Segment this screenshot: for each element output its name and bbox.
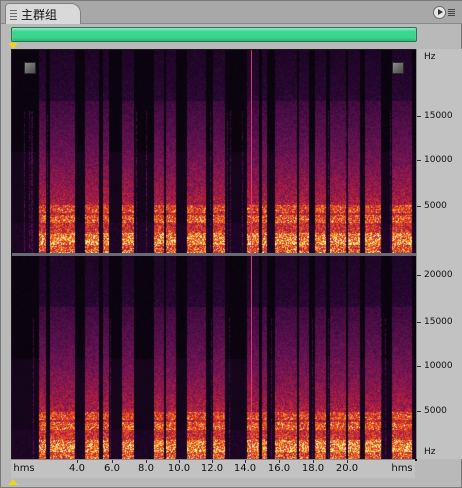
y-tick	[417, 275, 421, 276]
y-tick	[417, 116, 421, 117]
y-label: 15000	[424, 317, 453, 327]
grip-icon[interactable]	[10, 8, 17, 20]
y-tick	[417, 160, 421, 161]
spectral-display[interactable]	[11, 49, 417, 461]
x-unit-label: hms	[391, 463, 413, 474]
tab-label: 主群组	[21, 7, 58, 22]
y-tick	[417, 322, 421, 323]
channel-2-spectrogram[interactable]	[12, 256, 416, 460]
y-tick	[417, 366, 421, 367]
hz-unit-label: Hz	[424, 447, 436, 457]
y-label: 5000	[424, 406, 447, 416]
overview-bar[interactable]	[11, 27, 417, 42]
menu-lines-icon	[448, 8, 455, 16]
y-label: 15000	[424, 111, 453, 121]
x-tick-label: 12.0	[200, 463, 224, 474]
frequency-ruler: Hz 15000 10000 5000 20000 15000 10000 50…	[416, 49, 462, 459]
y-label: 10000	[424, 155, 453, 165]
x-tick-label: 20.0	[335, 463, 359, 474]
x-tick-label: 8.0	[138, 463, 154, 474]
time-cursor[interactable]	[251, 50, 252, 460]
x-tick-label: 4.0	[69, 463, 85, 474]
y-label: 20000	[424, 270, 453, 280]
y-label: 5000	[424, 201, 447, 211]
x-tick-label: 16.0	[267, 463, 291, 474]
x-unit-label: hms	[13, 463, 35, 474]
main-group-panel: 主群组 Hz 15000 10000 5000 20000 15000 1000…	[0, 0, 462, 488]
x-tick-label: 14.0	[233, 463, 257, 474]
x-tick-label: 10.0	[167, 463, 191, 474]
hz-unit-label: Hz	[424, 52, 436, 62]
panel-tab-bar: 主群组	[1, 1, 462, 24]
y-label: 10000	[424, 361, 453, 371]
y-tick	[417, 411, 421, 412]
play-arrow-icon	[433, 5, 446, 19]
tab-main-group[interactable]: 主群组	[5, 3, 81, 24]
x-tick-label: 18.0	[301, 463, 325, 474]
channel-1-spectrogram[interactable]	[12, 50, 416, 253]
time-ruler[interactable]: hms 4.0 6.0 8.0 10.0 12.0 14.0 16.0 18.0…	[11, 459, 415, 478]
zoom-handle-left-icon[interactable]	[24, 62, 36, 74]
playhead-marker-bottom[interactable]	[8, 479, 18, 485]
y-tick	[417, 206, 421, 207]
zoom-handle-right-icon[interactable]	[392, 62, 404, 74]
panel-menu-button[interactable]	[433, 5, 457, 19]
x-tick-label: 6.0	[104, 463, 120, 474]
